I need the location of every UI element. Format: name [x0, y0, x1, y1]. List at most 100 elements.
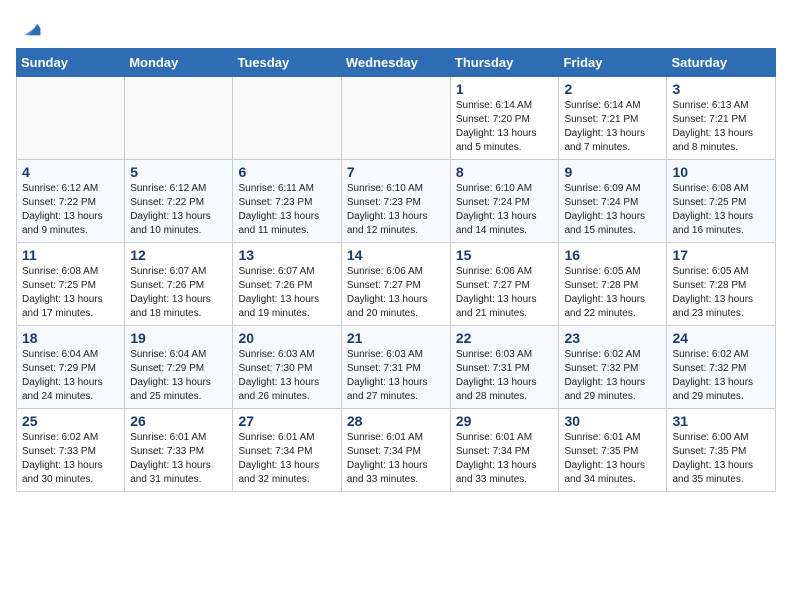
day-info: Sunrise: 6:05 AM Sunset: 7:28 PM Dayligh…	[564, 265, 661, 321]
calendar-weekday-monday: Monday	[125, 49, 233, 77]
calendar-cell	[341, 77, 450, 160]
day-info: Sunrise: 6:01 AM Sunset: 7:35 PM Dayligh…	[564, 431, 661, 487]
day-info: Sunrise: 6:06 AM Sunset: 7:27 PM Dayligh…	[347, 265, 445, 321]
day-number: 11	[22, 247, 119, 263]
calendar-cell: 30 Sunrise: 6:01 AM Sunset: 7:35 PM Dayli…	[559, 409, 667, 492]
calendar-cell: 11 Sunrise: 6:08 AM Sunset: 7:25 PM Dayli…	[17, 243, 125, 326]
day-number: 12	[130, 247, 227, 263]
day-number: 8	[456, 164, 554, 180]
calendar-weekday-wednesday: Wednesday	[341, 49, 450, 77]
day-info: Sunrise: 6:04 AM Sunset: 7:29 PM Dayligh…	[130, 348, 227, 404]
day-info: Sunrise: 6:12 AM Sunset: 7:22 PM Dayligh…	[22, 182, 119, 238]
calendar-weekday-sunday: Sunday	[17, 49, 125, 77]
day-number: 7	[347, 164, 445, 180]
calendar-cell: 5 Sunrise: 6:12 AM Sunset: 7:22 PM Daylig…	[125, 160, 233, 243]
day-number: 2	[564, 81, 661, 97]
calendar-cell: 19 Sunrise: 6:04 AM Sunset: 7:29 PM Dayli…	[125, 326, 233, 409]
day-info: Sunrise: 6:09 AM Sunset: 7:24 PM Dayligh…	[564, 182, 661, 238]
day-info: Sunrise: 6:01 AM Sunset: 7:34 PM Dayligh…	[456, 431, 554, 487]
day-number: 9	[564, 164, 661, 180]
day-number: 24	[672, 330, 770, 346]
calendar-table: SundayMondayTuesdayWednesdayThursdayFrid…	[16, 48, 776, 492]
day-number: 10	[672, 164, 770, 180]
day-number: 3	[672, 81, 770, 97]
calendar-cell: 27Sunrise: 6:01 AM Sunset: 7:34 PM Dayli…	[233, 409, 341, 492]
calendar-week-5: 25 Sunrise: 6:02 AM Sunset: 7:33 PM Dayli…	[17, 409, 776, 492]
calendar-cell: 12 Sunrise: 6:07 AM Sunset: 7:26 PM Dayli…	[125, 243, 233, 326]
calendar-cell: 21 Sunrise: 6:03 AM Sunset: 7:31 PM Dayli…	[341, 326, 450, 409]
calendar-cell: 28 Sunrise: 6:01 AM Sunset: 7:34 PM Dayli…	[341, 409, 450, 492]
day-number: 6	[238, 164, 335, 180]
day-info: Sunrise: 6:02 AM Sunset: 7:33 PM Dayligh…	[22, 431, 119, 487]
calendar-cell	[125, 77, 233, 160]
day-number: 23	[564, 330, 661, 346]
day-info: Sunrise: 6:07 AM Sunset: 7:26 PM Dayligh…	[130, 265, 227, 321]
logo-icon	[18, 16, 42, 40]
day-number: 26	[130, 413, 227, 429]
day-info: Sunrise: 6:02 AM Sunset: 7:32 PM Dayligh…	[672, 348, 770, 404]
day-number: 18	[22, 330, 119, 346]
day-info: Sunrise: 6:08 AM Sunset: 7:25 PM Dayligh…	[22, 265, 119, 321]
day-number: 1	[456, 81, 554, 97]
calendar-cell: 31Sunrise: 6:00 AM Sunset: 7:35 PM Dayli…	[667, 409, 776, 492]
calendar-cell: 9 Sunrise: 6:09 AM Sunset: 7:24 PM Daylig…	[559, 160, 667, 243]
day-number: 17	[672, 247, 770, 263]
day-info: Sunrise: 6:10 AM Sunset: 7:23 PM Dayligh…	[347, 182, 445, 238]
day-info: Sunrise: 6:04 AM Sunset: 7:29 PM Dayligh…	[22, 348, 119, 404]
day-number: 25	[22, 413, 119, 429]
calendar-cell: 10 Sunrise: 6:08 AM Sunset: 7:25 PM Dayli…	[667, 160, 776, 243]
calendar-week-2: 4 Sunrise: 6:12 AM Sunset: 7:22 PM Daylig…	[17, 160, 776, 243]
calendar-header-row: SundayMondayTuesdayWednesdayThursdayFrid…	[17, 49, 776, 77]
logo	[16, 16, 42, 40]
day-number: 31	[672, 413, 770, 429]
day-info: Sunrise: 6:05 AM Sunset: 7:28 PM Dayligh…	[672, 265, 770, 321]
day-number: 14	[347, 247, 445, 263]
day-info: Sunrise: 6:14 AM Sunset: 7:20 PM Dayligh…	[456, 99, 554, 155]
calendar-cell: 15 Sunrise: 6:06 AM Sunset: 7:27 PM Dayli…	[450, 243, 559, 326]
calendar-cell: 22Sunrise: 6:03 AM Sunset: 7:31 PM Dayli…	[450, 326, 559, 409]
day-number: 4	[22, 164, 119, 180]
day-info: Sunrise: 6:03 AM Sunset: 7:31 PM Dayligh…	[456, 348, 554, 404]
day-number: 28	[347, 413, 445, 429]
calendar-cell: 1 Sunrise: 6:14 AM Sunset: 7:20 PM Daylig…	[450, 77, 559, 160]
day-number: 27	[238, 413, 335, 429]
day-info: Sunrise: 6:13 AM Sunset: 7:21 PM Dayligh…	[672, 99, 770, 155]
day-info: Sunrise: 6:03 AM Sunset: 7:30 PM Dayligh…	[238, 348, 335, 404]
calendar-cell: 24 Sunrise: 6:02 AM Sunset: 7:32 PM Dayli…	[667, 326, 776, 409]
calendar-cell: 25 Sunrise: 6:02 AM Sunset: 7:33 PM Dayli…	[17, 409, 125, 492]
day-info: Sunrise: 6:02 AM Sunset: 7:32 PM Dayligh…	[564, 348, 661, 404]
day-number: 30	[564, 413, 661, 429]
day-number: 5	[130, 164, 227, 180]
day-number: 16	[564, 247, 661, 263]
day-info: Sunrise: 6:01 AM Sunset: 7:34 PM Dayligh…	[347, 431, 445, 487]
calendar-week-1: 1 Sunrise: 6:14 AM Sunset: 7:20 PM Daylig…	[17, 77, 776, 160]
calendar-week-4: 18 Sunrise: 6:04 AM Sunset: 7:29 PM Dayli…	[17, 326, 776, 409]
day-info: Sunrise: 6:01 AM Sunset: 7:33 PM Dayligh…	[130, 431, 227, 487]
day-number: 15	[456, 247, 554, 263]
calendar-cell: 2 Sunrise: 6:14 AM Sunset: 7:21 PM Daylig…	[559, 77, 667, 160]
calendar-cell: 3 Sunrise: 6:13 AM Sunset: 7:21 PM Daylig…	[667, 77, 776, 160]
calendar-weekday-saturday: Saturday	[667, 49, 776, 77]
calendar-cell: 17 Sunrise: 6:05 AM Sunset: 7:28 PM Dayli…	[667, 243, 776, 326]
day-number: 20	[238, 330, 335, 346]
day-info: Sunrise: 6:06 AM Sunset: 7:27 PM Dayligh…	[456, 265, 554, 321]
day-info: Sunrise: 6:14 AM Sunset: 7:21 PM Dayligh…	[564, 99, 661, 155]
calendar-weekday-thursday: Thursday	[450, 49, 559, 77]
day-info: Sunrise: 6:08 AM Sunset: 7:25 PM Dayligh…	[672, 182, 770, 238]
day-number: 19	[130, 330, 227, 346]
calendar-cell: 18 Sunrise: 6:04 AM Sunset: 7:29 PM Dayli…	[17, 326, 125, 409]
calendar-weekday-tuesday: Tuesday	[233, 49, 341, 77]
calendar-cell	[233, 77, 341, 160]
page-header	[16, 16, 776, 40]
day-number: 29	[456, 413, 554, 429]
calendar-cell: 4 Sunrise: 6:12 AM Sunset: 7:22 PM Daylig…	[17, 160, 125, 243]
day-info: Sunrise: 6:11 AM Sunset: 7:23 PM Dayligh…	[238, 182, 335, 238]
calendar-cell: 7 Sunrise: 6:10 AM Sunset: 7:23 PM Daylig…	[341, 160, 450, 243]
day-number: 21	[347, 330, 445, 346]
calendar-cell: 6 Sunrise: 6:11 AM Sunset: 7:23 PM Daylig…	[233, 160, 341, 243]
day-info: Sunrise: 6:12 AM Sunset: 7:22 PM Dayligh…	[130, 182, 227, 238]
calendar-cell	[17, 77, 125, 160]
calendar-cell: 20 Sunrise: 6:03 AM Sunset: 7:30 PM Dayli…	[233, 326, 341, 409]
calendar-cell: 14 Sunrise: 6:06 AM Sunset: 7:27 PM Dayli…	[341, 243, 450, 326]
day-info: Sunrise: 6:03 AM Sunset: 7:31 PM Dayligh…	[347, 348, 445, 404]
